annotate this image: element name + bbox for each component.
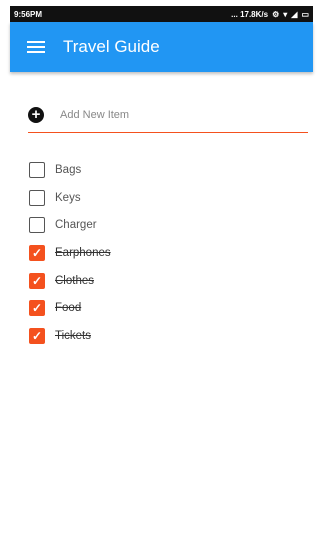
- status-icons: ... 17.8K/s ⚙ ▾ ◢ ▭: [231, 10, 309, 19]
- list-item: Keys: [29, 184, 111, 212]
- item-label: Charger: [55, 219, 97, 232]
- item-checkbox[interactable]: ✓: [29, 327, 45, 344]
- item-checkbox[interactable]: [29, 161, 45, 178]
- checklist: Bags Keys Charger ✓ Earphones ✓ Clothes …: [29, 156, 111, 350]
- settings-icon: ⚙: [272, 9, 280, 19]
- add-circle-icon[interactable]: +: [28, 107, 44, 123]
- item-label: Earphones: [55, 246, 111, 259]
- list-item: Charger: [29, 211, 111, 239]
- add-item-input[interactable]: [58, 108, 282, 122]
- item-checkbox[interactable]: ✓: [29, 272, 45, 289]
- signal-icon: ◢: [291, 9, 298, 19]
- list-item: ✓ Clothes: [29, 267, 111, 295]
- app-title: Travel Guide: [63, 37, 160, 56]
- item-label: Food: [55, 302, 82, 315]
- hamburger-menu-icon[interactable]: [27, 41, 45, 53]
- network-speed: ... 17.8K/s: [231, 9, 269, 19]
- battery-icon: ▭: [301, 9, 309, 19]
- status-time: 9:56PM: [14, 9, 43, 19]
- item-label: Bags: [55, 163, 82, 176]
- item-checkbox[interactable]: [29, 189, 45, 206]
- list-item: Bags: [29, 156, 111, 184]
- item-label: Keys: [55, 191, 81, 204]
- item-label: Clothes: [55, 274, 94, 287]
- list-item: ✓ Food: [29, 294, 111, 322]
- item-checkbox[interactable]: [29, 217, 45, 234]
- app-bar: Travel Guide: [10, 22, 313, 72]
- wifi-icon: ▾: [283, 9, 288, 19]
- item-checkbox[interactable]: ✓: [29, 300, 45, 317]
- list-item: ✓ Earphones: [29, 239, 111, 267]
- list-item: ✓ Tickets: [29, 322, 111, 350]
- status-bar: 9:56PM ... 17.8K/s ⚙ ▾ ◢ ▭: [10, 6, 313, 22]
- add-item-row: +: [28, 98, 308, 133]
- item-checkbox[interactable]: ✓: [29, 244, 45, 261]
- item-label: Tickets: [55, 329, 91, 342]
